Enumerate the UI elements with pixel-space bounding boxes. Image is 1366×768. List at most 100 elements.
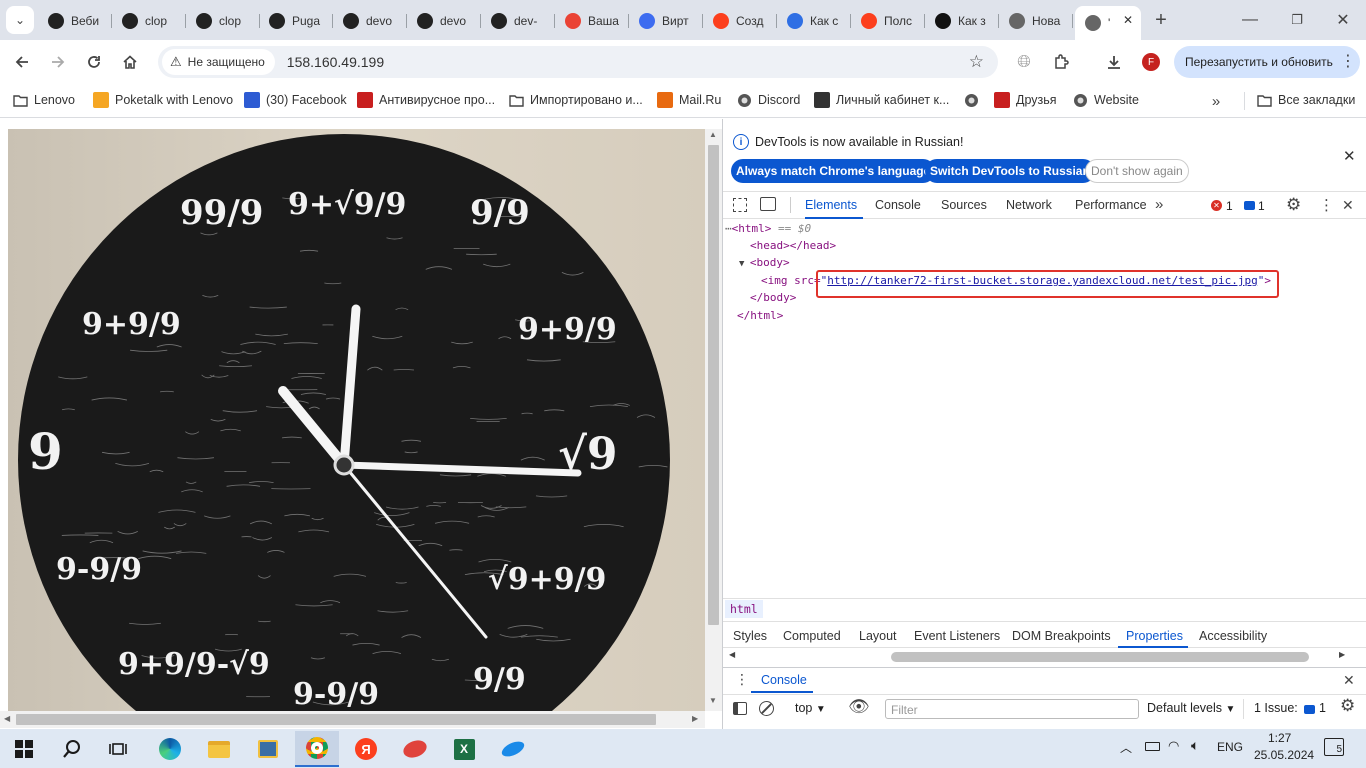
profile-button[interactable]: F xyxy=(1137,48,1165,76)
devtools-tab-performance[interactable]: Performance xyxy=(1075,198,1147,212)
forward-button[interactable] xyxy=(44,48,72,76)
page-vertical-scrollbar[interactable]: ▲ ▼ xyxy=(705,129,722,711)
wifi-icon[interactable]: ◠ xyxy=(1168,738,1179,754)
address-bar[interactable]: ⚠ Не защищено 158.160.49.199 ☆ xyxy=(158,46,998,78)
more-tabs-icon[interactable]: » xyxy=(1155,196,1163,213)
breadcrumb-html[interactable]: html xyxy=(725,600,763,618)
subtab-styles[interactable]: Styles xyxy=(733,629,767,643)
subtab-properties[interactable]: Properties xyxy=(1126,629,1183,643)
extensions-button[interactable] xyxy=(1047,48,1075,76)
tab-14[interactable]: ' ✕ xyxy=(1075,6,1141,40)
tab-3[interactable]: Puga xyxy=(259,6,333,36)
close-infobar-icon[interactable]: ✕ xyxy=(1343,147,1356,165)
bookmark-9[interactable]: Друзья xyxy=(994,92,1057,108)
issues-link[interactable]: 1 Issue: xyxy=(1254,701,1298,715)
relaunch-update-button[interactable]: Перезапустить и обновить xyxy=(1174,46,1360,78)
error-badge-icon[interactable]: ✕ xyxy=(1211,200,1222,211)
subtab-accessibility[interactable]: Accessibility xyxy=(1199,629,1267,643)
tab-search-button[interactable]: ⌄ xyxy=(6,6,34,34)
more-bookmarks-button[interactable]: » xyxy=(1202,87,1230,115)
close-drawer-icon[interactable]: ✕ xyxy=(1343,672,1355,689)
taskbar-excel[interactable]: X xyxy=(442,731,486,767)
show-hidden-icons-icon[interactable]: ︿ xyxy=(1120,739,1132,756)
context-select[interactable]: top ▼ xyxy=(795,701,826,715)
dom-body-close[interactable]: </body> xyxy=(750,291,796,304)
bookmark-2[interactable]: (30) Facebook xyxy=(244,92,347,108)
console-filter-input[interactable]: Filter xyxy=(885,699,1139,719)
always-match-language-button[interactable]: Always match Chrome's language xyxy=(731,159,936,183)
close-tab-icon[interactable]: ✕ xyxy=(1123,13,1133,27)
notifications-button[interactable]: 5 xyxy=(1324,738,1344,756)
downloads-button[interactable] xyxy=(1100,48,1128,76)
new-tab-button[interactable]: + xyxy=(1147,6,1175,34)
switch-to-russian-button[interactable]: Switch DevTools to Russian xyxy=(925,159,1095,183)
bookmark-8[interactable] xyxy=(963,92,985,108)
all-bookmarks-button[interactable]: Все закладки xyxy=(1256,92,1355,108)
live-expression-eye-icon[interactable]: 👁︎ xyxy=(848,697,870,717)
subtab-event-listeners[interactable]: Event Listeners xyxy=(914,629,1000,643)
tab-2[interactable]: clop xyxy=(186,6,260,36)
taskbar-explorer[interactable] xyxy=(197,731,241,767)
clock-date[interactable]: 25.05.2024 xyxy=(1254,748,1314,762)
task-view-button[interactable] xyxy=(96,731,140,767)
console-settings-icon[interactable]: ⚙ xyxy=(1340,696,1355,716)
bookmark-1[interactable]: Poketalk with Lenovo xyxy=(93,92,233,108)
taskbar-yandex[interactable]: Я xyxy=(344,731,388,767)
devtools-tab-sources[interactable]: Sources xyxy=(941,198,987,212)
devtools-tab-network[interactable]: Network xyxy=(1006,198,1052,212)
back-button[interactable] xyxy=(8,48,36,76)
volume-icon[interactable]: 🔈︎ xyxy=(1191,737,1199,754)
bookmark-4[interactable]: Импортировано и... xyxy=(508,92,643,108)
device-toolbar-icon[interactable] xyxy=(760,197,776,211)
language-indicator[interactable]: ENG xyxy=(1217,740,1243,754)
clear-console-icon[interactable] xyxy=(759,701,774,716)
bookmark-star-icon[interactable]: ☆ xyxy=(969,52,984,72)
dont-show-again-button[interactable]: Don't show again xyxy=(1085,159,1189,183)
battery-icon[interactable] xyxy=(1145,742,1160,751)
page-horizontal-scrollbar[interactable]: ◀ ▶ xyxy=(0,711,705,728)
clock-time[interactable]: 1:27 xyxy=(1268,731,1291,745)
dom-head[interactable]: <head></head> xyxy=(750,239,836,252)
bookmark-7[interactable]: Личный кабинет к... xyxy=(814,92,949,108)
reload-button[interactable] xyxy=(80,48,108,76)
taskbar-app-red[interactable] xyxy=(393,731,437,767)
sidebar-toggle-icon[interactable] xyxy=(733,702,747,715)
subtab-scrollbar[interactable]: ◀ ▶ xyxy=(723,648,1366,665)
devtools-menu-icon[interactable]: ⋮ xyxy=(1319,196,1334,214)
taskbar-app-blue[interactable] xyxy=(491,731,535,767)
tab-10[interactable]: Как с xyxy=(777,6,851,36)
translate-button[interactable]: 🌐︎ xyxy=(1010,48,1038,76)
tab-12[interactable]: Как з xyxy=(925,6,999,36)
tab-4[interactable]: devo xyxy=(333,6,407,36)
close-devtools-icon[interactable]: ✕ xyxy=(1342,197,1354,214)
taskbar-edge[interactable] xyxy=(148,731,192,767)
taskbar-chrome[interactable] xyxy=(295,731,339,767)
minimize-button[interactable]: — xyxy=(1236,6,1264,34)
bookmark-0[interactable]: Lenovo xyxy=(12,92,75,108)
bookmark-6[interactable]: Discord xyxy=(736,92,800,108)
bookmark-3[interactable]: Антивирусное про... xyxy=(357,92,495,108)
tab-6[interactable]: dev- xyxy=(481,6,555,36)
subtab-computed[interactable]: Computed xyxy=(783,629,841,643)
security-chip[interactable]: ⚠ Не защищено xyxy=(162,49,275,75)
tab-8[interactable]: Вирт xyxy=(629,6,703,36)
drawer-menu-icon[interactable]: ⋮ xyxy=(735,671,749,688)
more-menu-icon[interactable]: ⋮ xyxy=(1340,50,1356,74)
tab-9[interactable]: Созд xyxy=(703,6,777,36)
url-text[interactable]: 158.160.49.199 xyxy=(287,54,384,70)
home-button[interactable] xyxy=(116,48,144,76)
bookmark-5[interactable]: Mail.Ru xyxy=(657,92,721,108)
taskbar-network-app[interactable] xyxy=(246,731,290,767)
search-button[interactable] xyxy=(50,731,94,767)
close-window-button[interactable]: ✕ xyxy=(1329,6,1357,34)
issue-badge-icon[interactable] xyxy=(1244,201,1255,210)
inspect-element-icon[interactable] xyxy=(733,198,747,212)
subtab-layout[interactable]: Layout xyxy=(859,629,897,643)
dom-html-open[interactable]: ⋯<html> == $0 xyxy=(725,222,811,235)
bookmark-10[interactable]: Website xyxy=(1072,92,1139,108)
settings-gear-icon[interactable]: ⚙ xyxy=(1286,195,1301,215)
tab-1[interactable]: clop xyxy=(112,6,186,36)
subtab-dom-breakpoints[interactable]: DOM Breakpoints xyxy=(1012,629,1111,643)
tab-7[interactable]: Ваша xyxy=(555,6,629,36)
dom-html-close[interactable]: </html> xyxy=(737,309,783,322)
